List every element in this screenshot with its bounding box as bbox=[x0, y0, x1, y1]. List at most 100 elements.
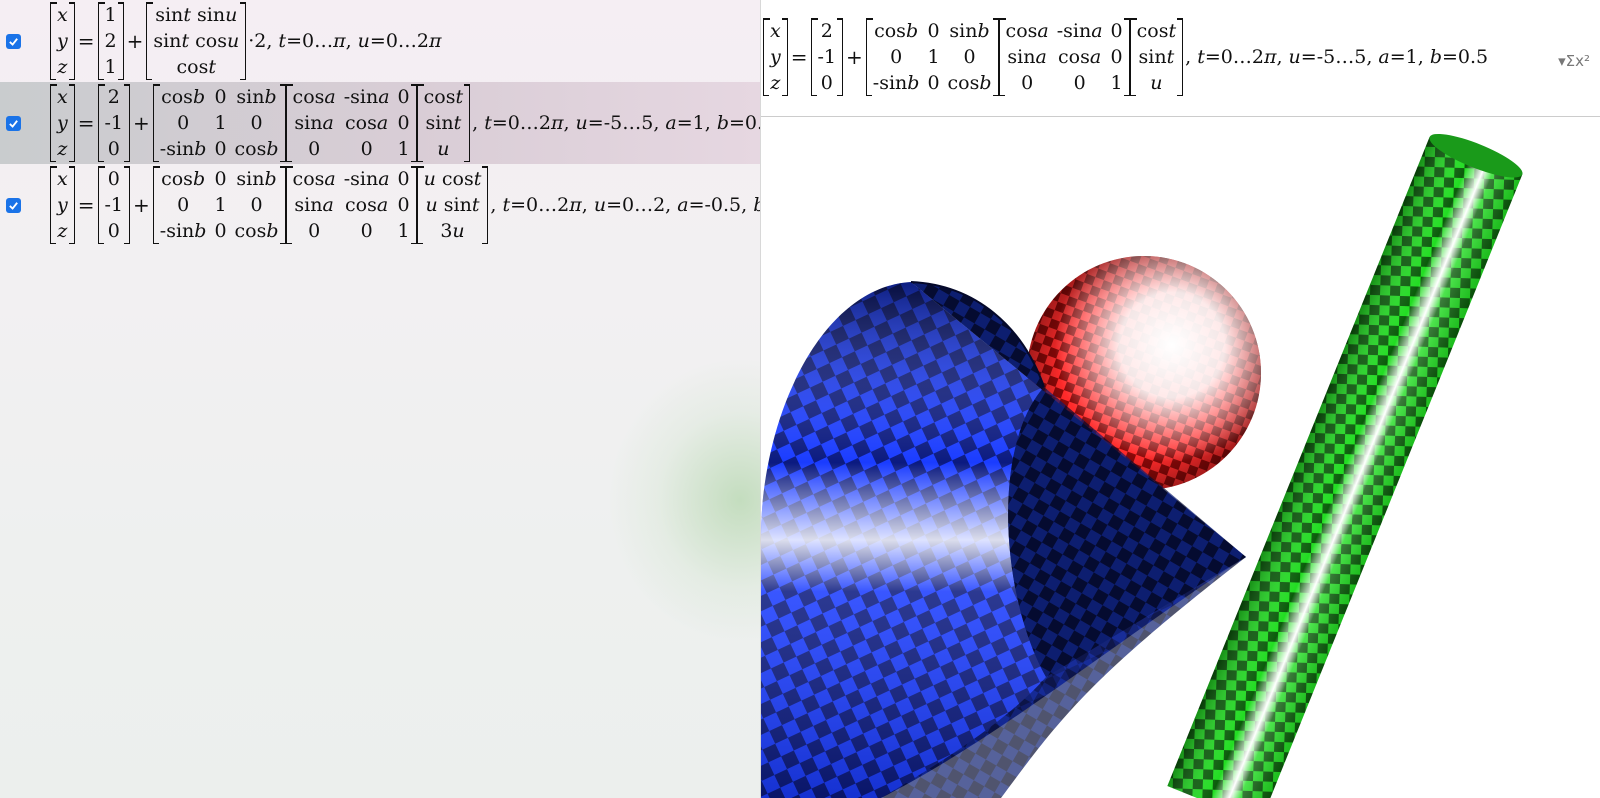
matrix-cell: sint cosu bbox=[153, 30, 240, 52]
operator: = bbox=[790, 45, 808, 69]
matrix-cell: 2 bbox=[820, 20, 833, 42]
matrix-cell: -sinb bbox=[159, 220, 207, 242]
visibility-checkbox[interactable] bbox=[6, 34, 21, 49]
parameter-vector: cost sint u bbox=[1129, 18, 1184, 96]
origin-vector: 2 -1 0 bbox=[810, 18, 844, 96]
matrix-cell: 1 bbox=[104, 56, 117, 78]
algebra-row-2[interactable]: x y z = 2 -1 0 + cosb 0 sinb 0 1 0 -sinb 0 cosb cosa -sina… bbox=[0, 82, 760, 164]
matrix-cell: cosb bbox=[234, 220, 279, 242]
matrix-cell: 0 bbox=[177, 194, 190, 216]
matrix-cell: cosb bbox=[947, 72, 992, 94]
rotation-matrix-a: cosa -sina 0 sina cosa 0 0 0 1 bbox=[285, 166, 417, 244]
matrix-cell: cosb bbox=[874, 20, 919, 42]
graphics-3d-view[interactable]: x y z = 2 -1 0 + cosb 0 sinb 0 1 0 -sinb 0 cosb cosa -sina… bbox=[761, 0, 1600, 798]
algebra-row-3[interactable]: x y z = 0 -1 0 + cosb 0 sinb 0 1 0 -sinb 0 cosb cosa -sina… bbox=[0, 164, 760, 246]
matrix-cell: 1 bbox=[397, 220, 410, 242]
matrix-cell: cosb bbox=[234, 138, 279, 160]
rotation-matrix-b: cosb 0 sinb 0 1 0 -sinb 0 cosb bbox=[152, 84, 286, 162]
xyz-vector: xyz bbox=[50, 84, 75, 162]
matrix-cell: cost bbox=[1136, 20, 1177, 42]
matrix-cell: y bbox=[57, 30, 68, 52]
matrix-cell: sint sinu bbox=[155, 4, 238, 26]
matrix-cell: cosa bbox=[292, 168, 336, 190]
matrix-cell: 0 bbox=[890, 46, 903, 68]
visibility-checkbox[interactable] bbox=[6, 198, 21, 213]
matrix-cell: 0 bbox=[1110, 46, 1123, 68]
xyz-vector: xyz bbox=[763, 18, 788, 96]
operator: + bbox=[133, 111, 150, 135]
matrix-cell: 0 bbox=[214, 168, 227, 190]
matrix-cell: z bbox=[57, 56, 68, 78]
matrix-cell: sina bbox=[294, 194, 334, 216]
matrix-cell: -1 bbox=[104, 112, 124, 134]
matrix-cell: 1 bbox=[397, 138, 410, 160]
checkmark-icon bbox=[9, 120, 18, 128]
formula-preview-bar: x y z = 2 -1 0 + cosb 0 sinb 0 1 0 -sinb 0 cosb cosa -sina… bbox=[761, 0, 1600, 117]
parameter-ranges: , t=0…2π, u=-5…5, a=1, b=0.5 bbox=[472, 111, 760, 134]
cylinder-surface[interactable] bbox=[1167, 126, 1526, 798]
xyz-vector: xyz bbox=[50, 2, 75, 80]
matrix-cell: cosb bbox=[161, 168, 206, 190]
visibility-checkbox[interactable] bbox=[6, 116, 21, 131]
matrix-cell: 0 bbox=[820, 72, 833, 94]
matrix-cell: 1 bbox=[1110, 72, 1123, 94]
matrix-cell: 2 bbox=[107, 86, 120, 108]
matrix-cell: 0 bbox=[214, 86, 227, 108]
checkmark-icon bbox=[9, 202, 18, 210]
matrix-cell: cosb bbox=[161, 86, 206, 108]
matrix-cell: sint bbox=[1138, 46, 1175, 68]
operator: + bbox=[126, 29, 144, 53]
matrix-cell: y bbox=[770, 46, 781, 68]
operator: + bbox=[846, 45, 863, 69]
matrix-cell: -sina bbox=[1056, 20, 1103, 42]
matrix-cell: x bbox=[57, 86, 68, 108]
sigma-format-icon[interactable]: ▾Σx² bbox=[1558, 52, 1590, 70]
xyz-vector: xyz bbox=[50, 166, 75, 244]
formula[interactable]: x y z = 2 -1 0 + cosb 0 sinb 0 1 0 -sinb 0 cosb cosa -sina… bbox=[50, 84, 760, 162]
matrix-cell: 0 bbox=[1073, 72, 1086, 94]
matrix-cell: -sina bbox=[343, 86, 390, 108]
matrix-cell: -1 bbox=[104, 194, 124, 216]
parameter-ranges: , t=0…2π, u=-5…5, a=1, b=0.5 bbox=[1185, 45, 1489, 68]
matrix-cell: z bbox=[770, 72, 781, 94]
matrix-cell: cosa bbox=[1005, 20, 1049, 42]
checkmark-icon bbox=[9, 38, 18, 46]
matrix-cell: sina bbox=[294, 112, 334, 134]
matrix-cell: 0 bbox=[107, 220, 120, 242]
matrix-cell: cosa bbox=[345, 194, 389, 216]
operator: = bbox=[77, 193, 95, 217]
matrix-cell: x bbox=[770, 20, 781, 42]
3d-scene[interactable] bbox=[761, 117, 1600, 798]
formula[interactable]: x y z = 0 -1 0 + cosb 0 sinb 0 1 0 -sinb 0 cosb cosa -sina… bbox=[50, 166, 760, 244]
matrix-cell: 0 bbox=[107, 138, 120, 160]
matrix-cell: 0 bbox=[360, 138, 373, 160]
matrix-cell: u bbox=[1150, 72, 1163, 94]
matrix-cell: x bbox=[57, 4, 68, 26]
matrix-cell: 0 bbox=[1021, 72, 1034, 94]
matrix-cell: 0 bbox=[927, 20, 940, 42]
matrix-cell: sinb bbox=[236, 86, 277, 108]
operator: + bbox=[133, 193, 150, 217]
matrix-cell: 1 bbox=[927, 46, 940, 68]
matrix-cell: 3u bbox=[440, 220, 465, 242]
matrix-cell: y bbox=[57, 194, 68, 216]
matrix-cell: 0 bbox=[360, 220, 373, 242]
matrix-cell: y bbox=[57, 112, 68, 134]
algebra-view: x y z = 1 2 1 + sint sinu sint cosu cost ·2, t=0…π,… bbox=[0, 0, 761, 798]
formula[interactable]: x y z = 1 2 1 + sint sinu sint cosu cost ·2, t=0…π,… bbox=[50, 2, 442, 80]
matrix-cell: -1 bbox=[817, 46, 837, 68]
matrix-cell: 0 bbox=[927, 72, 940, 94]
parameter-vector: cost sint u bbox=[416, 84, 471, 162]
parameter-vector: u cost u sint 3u bbox=[416, 166, 489, 244]
matrix-cell: u sint bbox=[425, 194, 480, 216]
matrix-cell: cost bbox=[176, 56, 217, 78]
matrix-cell: u bbox=[437, 138, 450, 160]
algebra-row-1[interactable]: x y z = 1 2 1 + sint sinu sint cosu cost ·2, t=0…π,… bbox=[0, 0, 760, 82]
matrix-cell: 0 bbox=[963, 46, 976, 68]
matrix-cell: cosa bbox=[1058, 46, 1102, 68]
matrix-cell: 1 bbox=[214, 194, 227, 216]
matrix-cell: -sinb bbox=[872, 72, 920, 94]
origin-vector: 1 2 1 bbox=[97, 2, 124, 80]
matrix-cell: sina bbox=[1007, 46, 1047, 68]
matrix-cell: 1 bbox=[214, 112, 227, 134]
